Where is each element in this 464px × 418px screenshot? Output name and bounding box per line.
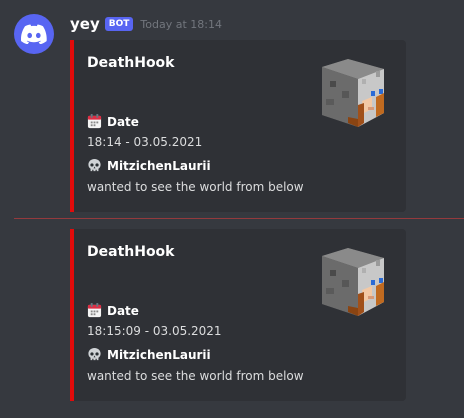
skull-icon [88, 158, 101, 172]
field-player-label: MitzichenLaurii [87, 347, 211, 362]
field-death-message: wanted to see the world from below [87, 180, 304, 194]
field-date-name: Date [107, 303, 139, 318]
calendar-icon [87, 303, 102, 318]
field-date-label: Date [87, 114, 139, 129]
field-date-value: 18:15:09 - 03.05.2021 [87, 324, 222, 338]
field-date-name: Date [107, 114, 139, 129]
new-messages-divider [14, 218, 464, 219]
player-head-thumbnail[interactable] [318, 246, 386, 318]
embed-title: DeathHook [87, 244, 175, 260]
field-player-name: MitzichenLaurii [107, 158, 211, 173]
bot-badge: BOT [104, 17, 134, 31]
field-death-message: wanted to see the world from below [87, 369, 304, 383]
discord-logo-icon [21, 24, 47, 44]
embed-card: DeathHook [70, 40, 406, 212]
embed-card: DeathHook [70, 229, 406, 401]
message-header: yey BOT Today at 18:14 [70, 15, 222, 33]
field-date-value: 18:14 - 03.05.2021 [87, 135, 203, 149]
message-timestamp[interactable]: Today at 18:14 [140, 18, 222, 31]
chat-area: yey BOT Today at 18:14 DeathHook Date 18… [0, 0, 464, 418]
field-player-label: MitzichenLaurii [87, 158, 211, 173]
field-player-name: MitzichenLaurii [107, 347, 211, 362]
skull-icon [88, 347, 101, 361]
author-name[interactable]: yey [70, 15, 100, 33]
player-head-thumbnail[interactable] [318, 57, 386, 129]
embed-title: DeathHook [87, 55, 175, 71]
calendar-icon [87, 114, 102, 129]
field-date-label: Date [87, 303, 139, 318]
bot-avatar[interactable] [14, 14, 54, 54]
